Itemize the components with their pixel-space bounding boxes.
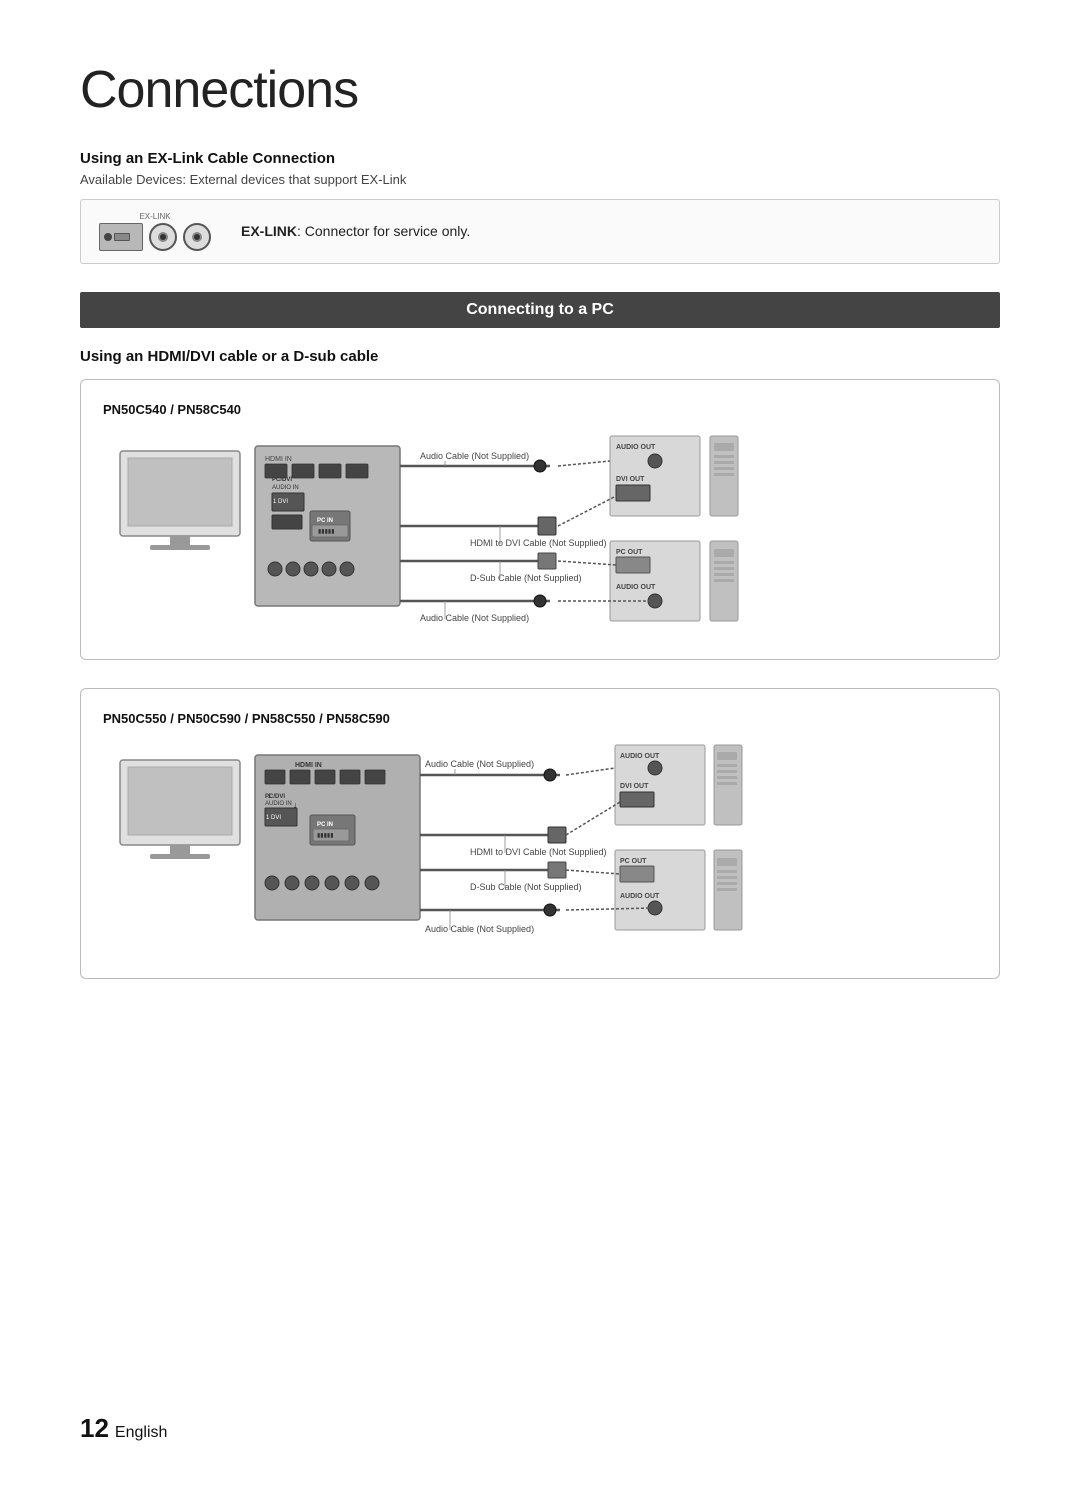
tv-back-panel-1: PC/DVI AUDIO IN 1 DVI PC IN ▮▮▮▮▮ <box>255 446 400 606</box>
svg-text:AUDIO OUT: AUDIO OUT <box>616 444 656 451</box>
rect-port <box>99 223 143 251</box>
page-number: 12 <box>80 1413 109 1444</box>
tv-monitor-1 <box>120 451 240 550</box>
diagram2-svg: HDMI IN PC/DVI AUDIO IN 1 DVI PC IN <box>110 740 970 960</box>
svg-text:1 DVI: 1 DVI <box>266 815 281 821</box>
subsection-heading: Using an HDMI/DVI cable or a D-sub cable <box>80 348 1000 365</box>
pc-unit-top-1: AUDIO OUT DVI OUT <box>558 436 738 526</box>
svg-text:↓: ↓ <box>293 800 298 810</box>
tv-back-panel-2: HDMI IN PC/DVI AUDIO IN 1 DVI PC IN <box>255 755 420 920</box>
circle-port-2 <box>183 223 211 251</box>
exlink-bold: EX-LINK <box>241 223 297 239</box>
svg-text:Audio Cable (Not Supplied): Audio Cable (Not Supplied) <box>425 924 534 934</box>
svg-text:AUDIO IN: AUDIO IN <box>265 801 292 807</box>
spacer <box>80 1007 1000 1087</box>
diagram2-svg-container: HDMI IN PC/DVI AUDIO IN 1 DVI PC IN <box>103 740 977 960</box>
svg-text:PC OUT: PC OUT <box>616 549 643 556</box>
svg-text:AUDIO IN: AUDIO IN <box>272 485 299 491</box>
svg-text:1 DVI: 1 DVI <box>273 499 288 505</box>
page-title: Connections <box>80 60 1000 120</box>
svg-text:Audio Cable (Not Supplied): Audio Cable (Not Supplied) <box>420 451 529 461</box>
svg-text:DVI OUT: DVI OUT <box>616 476 645 483</box>
connecting-pc-bar: Connecting to a PC <box>80 292 1000 328</box>
svg-text:DVI OUT: DVI OUT <box>620 783 649 790</box>
page-language: English <box>115 1424 167 1442</box>
page-number-area: 12 English <box>80 1413 167 1444</box>
svg-text:AUDIO OUT: AUDIO OUT <box>616 584 656 591</box>
svg-text:PC IN: PC IN <box>317 518 333 524</box>
diagram1-svg-container: PC/DVI AUDIO IN 1 DVI PC IN ▮▮▮▮▮ <box>103 431 977 641</box>
pc-unit-bottom-1: PC OUT AUDIO OUT <box>558 541 738 621</box>
svg-text:HDMI IN: HDMI IN <box>295 762 322 769</box>
diagram-box-2: PN50C550 / PN50C590 / PN58C550 / PN58C59… <box>80 688 1000 979</box>
svg-text:PC OUT: PC OUT <box>620 858 647 865</box>
svg-text:AUDIO OUT: AUDIO OUT <box>620 893 660 900</box>
svg-text:HDMI to DVI Cable (Not Supplie: HDMI to DVI Cable (Not Supplied) <box>470 538 607 548</box>
exlink-connector-graphic: EX-LINK <box>99 212 221 251</box>
svg-text:D-Sub Cable (Not Supplied): D-Sub Cable (Not Supplied) <box>470 573 582 583</box>
svg-text:Audio Cable (Not Supplied): Audio Cable (Not Supplied) <box>425 759 534 769</box>
exlink-description: EX-LINK: Connector for service only. <box>241 223 470 241</box>
exlink-box: EX-LINK <box>80 199 1000 264</box>
exlink-connector-label: EX-LINK <box>139 212 170 221</box>
exlink-heading: Using an EX-Link Cable Connection <box>80 150 1000 167</box>
svg-text:▮▮▮▮▮: ▮▮▮▮▮ <box>318 529 335 535</box>
svg-text:AUDIO OUT: AUDIO OUT <box>620 753 660 760</box>
svg-text:▮▮▮▮▮: ▮▮▮▮▮ <box>317 833 334 839</box>
pc-unit-bottom-2: PC OUT AUDIO OUT <box>566 850 742 930</box>
svg-text:Audio Cable (Not Supplied): Audio Cable (Not Supplied) <box>420 613 529 623</box>
svg-text:HDMI IN: HDMI IN <box>265 456 292 463</box>
svg-text:PC IN: PC IN <box>317 822 333 828</box>
pc-unit-top-2: AUDIO OUT DVI OUT <box>566 745 742 835</box>
exlink-section: Using an EX-Link Cable Connection Availa… <box>80 150 1000 264</box>
svg-text:↓: ↓ <box>267 790 272 800</box>
diagram2-model: PN50C550 / PN50C590 / PN58C550 / PN58C59… <box>103 711 977 726</box>
tv-monitor-2 <box>120 760 240 859</box>
svg-text:HDMI to DVI Cable (Not Supplie: HDMI to DVI Cable (Not Supplied) <box>470 847 607 857</box>
exlink-desc-text: : Connector for service only. <box>297 223 470 239</box>
exlink-subtext: Available Devices: External devices that… <box>80 172 1000 187</box>
svg-text:D-Sub Cable (Not Supplied): D-Sub Cable (Not Supplied) <box>470 882 582 892</box>
diagram-box-1: PN50C540 / PN58C540 PC/DVI AUDIO IN <box>80 379 1000 660</box>
circle-port-1 <box>149 223 177 251</box>
diagram1-svg: PC/DVI AUDIO IN 1 DVI PC IN ▮▮▮▮▮ <box>110 431 970 641</box>
diagram1-model: PN50C540 / PN58C540 <box>103 402 977 417</box>
